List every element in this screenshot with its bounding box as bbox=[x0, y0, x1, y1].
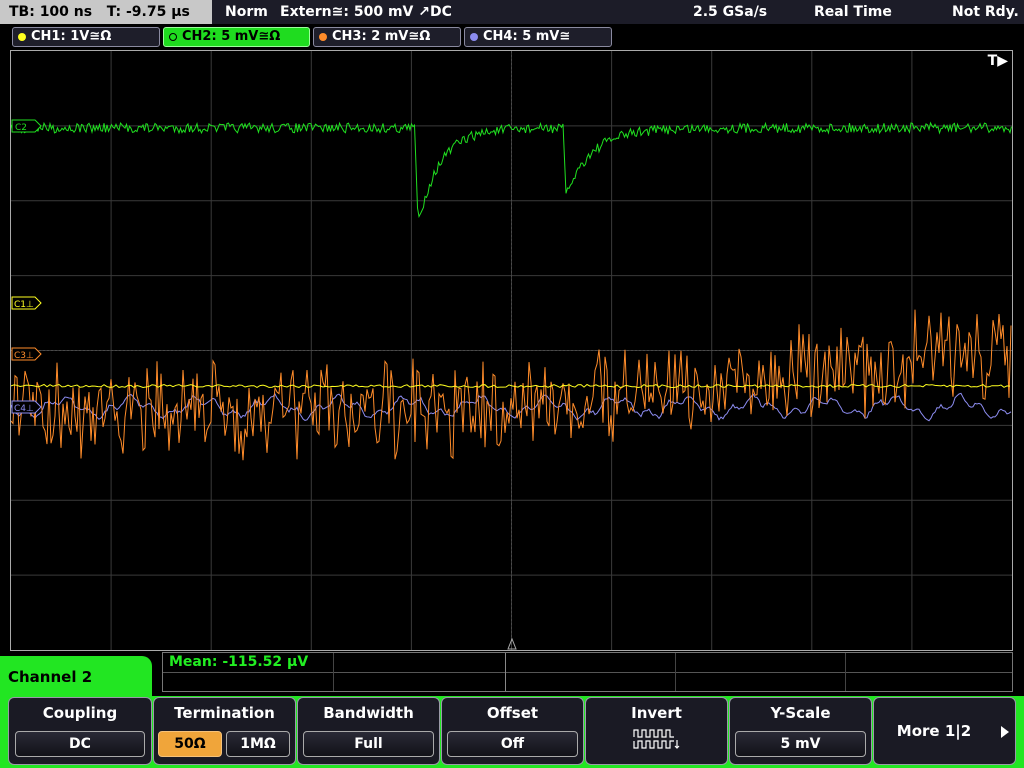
svg-text:C2: C2 bbox=[15, 123, 27, 133]
invert-waveform-icon bbox=[633, 729, 680, 749]
timebase-value: TB: 100 ns bbox=[9, 4, 93, 20]
more-label: More 1|2 bbox=[896, 722, 972, 740]
offset-title: Offset bbox=[486, 704, 539, 722]
svg-text:C3⊥: C3⊥ bbox=[14, 351, 34, 361]
ch3-dot-icon bbox=[319, 33, 327, 41]
waveform-display[interactable]: C2 C1⊥ C3⊥ C4⊥ bbox=[10, 50, 1013, 651]
offset-softkey[interactable]: Offset Off bbox=[441, 697, 584, 765]
termination-title: Termination bbox=[174, 704, 275, 722]
svg-text:C1⊥: C1⊥ bbox=[14, 300, 34, 310]
termination-50ohm-button[interactable]: 50Ω bbox=[158, 731, 222, 757]
ch3-level-marker[interactable]: C3⊥ bbox=[11, 347, 42, 361]
termination-softkey[interactable]: Termination 50Ω 1MΩ bbox=[153, 697, 296, 765]
channel-tab-ch4[interactable]: CH4: 5 mV≅ bbox=[464, 27, 612, 47]
bandwidth-title: Bandwidth bbox=[323, 704, 414, 722]
trigger-mode[interactable]: Norm bbox=[225, 0, 268, 24]
trigger-marker-icon[interactable]: T▶ bbox=[988, 53, 1008, 69]
next-page-arrow-icon bbox=[1001, 726, 1009, 738]
coupling-button[interactable]: DC bbox=[15, 731, 145, 757]
ch1-level-marker[interactable]: C1⊥ bbox=[11, 296, 42, 310]
trigger-source[interactable]: Extern≅: 500 mV ↗DC bbox=[280, 0, 452, 24]
sample-rate: 2.5 GSa/s bbox=[693, 4, 768, 20]
channel-tab-ch1[interactable]: CH1: 1V≅Ω bbox=[12, 27, 160, 47]
bandwidth-softkey[interactable]: Bandwidth Full bbox=[297, 697, 440, 765]
ch1-label: CH1: 1V≅Ω bbox=[31, 29, 112, 44]
acquisition-mode: Real Time bbox=[814, 4, 892, 20]
waveform-canvas: C2 C1⊥ C3⊥ C4⊥ bbox=[10, 51, 1012, 650]
ch3-label: CH3: 2 mV≅Ω bbox=[332, 29, 431, 44]
ch2-label: CH2: 5 mV≅Ω bbox=[182, 29, 281, 44]
run-state: Not Rdy. bbox=[952, 4, 1019, 20]
ch4-label: CH4: 5 mV≅ bbox=[483, 29, 571, 44]
yscale-button[interactable]: 5 mV bbox=[735, 731, 866, 757]
more-softkey[interactable]: More 1|2 bbox=[873, 697, 1016, 765]
channel-tab-ch2[interactable]: CH2: 5 mV≅Ω bbox=[163, 27, 310, 47]
coupling-title: Coupling bbox=[42, 704, 118, 722]
ch1-dot-icon bbox=[18, 33, 26, 41]
ch2-dot-icon bbox=[169, 33, 177, 41]
channel-tab-ch3[interactable]: CH3: 2 mV≅Ω bbox=[313, 27, 461, 47]
termination-1mohm-button[interactable]: 1MΩ bbox=[226, 731, 290, 757]
trigger-time-value: T: -9.75 µs bbox=[106, 4, 190, 20]
timebase-readout[interactable]: TB: 100 ns T: -9.75 µs bbox=[0, 0, 212, 24]
invert-title: Invert bbox=[631, 704, 682, 722]
yscale-softkey[interactable]: Y-Scale 5 mV bbox=[729, 697, 872, 765]
ch4-dot-icon bbox=[470, 33, 478, 41]
bandwidth-button[interactable]: Full bbox=[303, 731, 434, 757]
mean-readout: Mean: -115.52 µV bbox=[169, 654, 309, 670]
yscale-title: Y-Scale bbox=[770, 704, 831, 722]
coupling-softkey[interactable]: Coupling DC bbox=[8, 697, 152, 765]
svg-text:C4⊥: C4⊥ bbox=[14, 404, 34, 414]
measurement-panel[interactable]: Mean: -115.52 µV bbox=[162, 652, 1013, 692]
offset-button[interactable]: Off bbox=[447, 731, 578, 757]
ch4-level-marker[interactable]: C4⊥ bbox=[11, 400, 42, 414]
invert-softkey[interactable]: Invert bbox=[585, 697, 728, 765]
ch2-level-marker[interactable]: C2 bbox=[11, 119, 42, 133]
